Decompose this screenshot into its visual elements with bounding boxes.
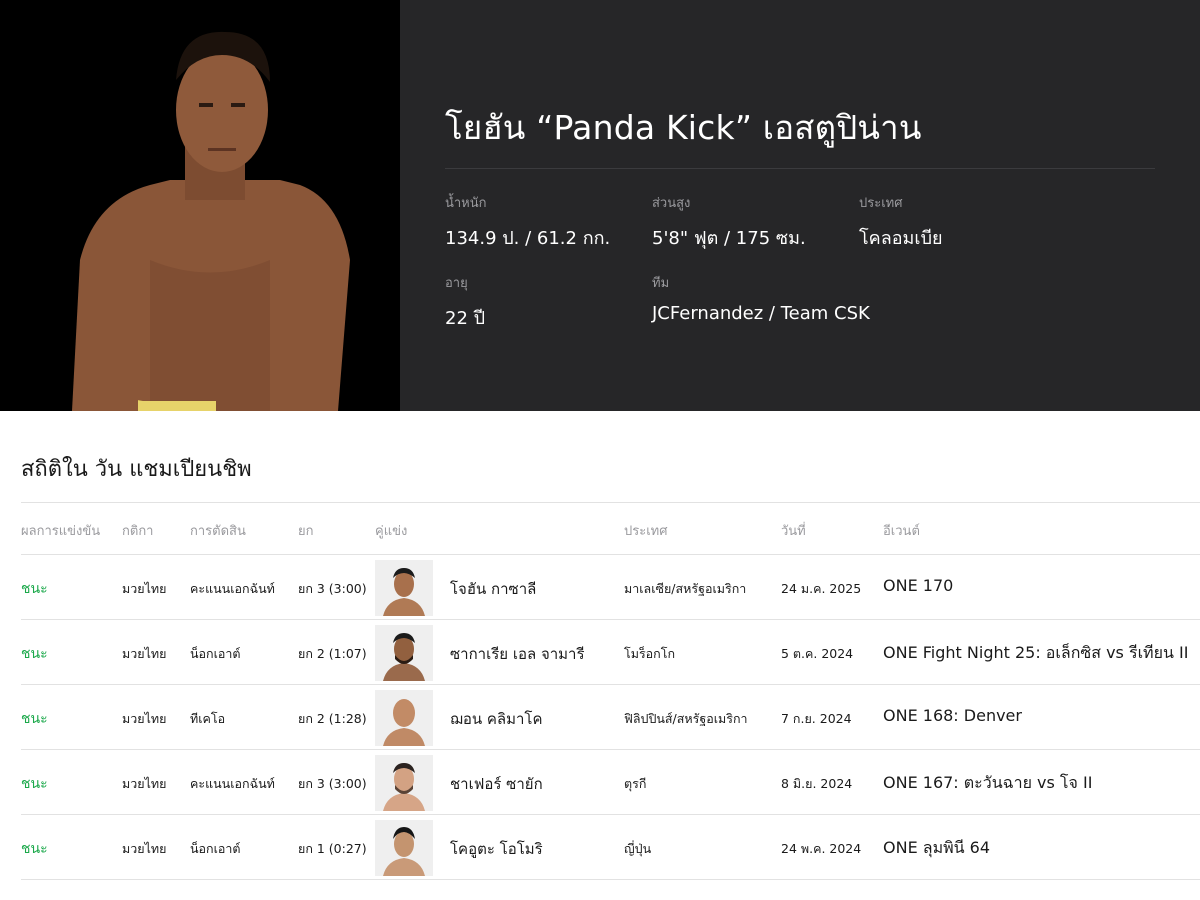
table-row: ชนะ มวยไทย คะแนนเอกฉันท์ ยก 3 (3:00) โจฮ… xyxy=(21,555,1200,620)
method-cell: น็อกเอาต์ xyxy=(190,841,241,856)
round-cell: ยก 3 (3:00) xyxy=(298,776,367,791)
records-title: สถิติใน วัน แชมเปียนชิพ xyxy=(21,457,252,482)
stat-age: อายุ 22 ปี xyxy=(445,272,485,332)
records-table-header: ผลการแข่งขัน กติกา การตัดสิน ยก คู่แข่ง … xyxy=(21,502,1200,555)
header-method: การตัดสิน xyxy=(190,524,246,539)
header-rules: กติกา xyxy=(122,524,154,539)
result-cell: ชนะ xyxy=(21,711,48,727)
date-cell: 5 ต.ค. 2024 xyxy=(781,646,854,661)
opponent-avatar[interactable] xyxy=(375,755,433,811)
fighter-info: โยฮัน “Panda Kick” เอสตูปิน่าน น้ำหนัก 1… xyxy=(445,0,1155,411)
round-cell: ยก 3 (3:00) xyxy=(298,581,367,596)
stat-height-label: ส่วนสูง xyxy=(652,196,691,211)
rules-cell: มวยไทย xyxy=(122,841,167,856)
stat-height-value: 5'8" ฟุต / 175 ซม. xyxy=(652,228,806,249)
records-table: ผลการแข่งขัน กติกา การตัดสิน ยก คู่แข่ง … xyxy=(21,502,1200,880)
table-row: ชนะ มวยไทย ทีเคโอ ยก 2 (1:28) ฌอน คลิมาโ… xyxy=(21,685,1200,750)
rules-cell: มวยไทย xyxy=(122,776,167,791)
country-cell: ญี่ปุ่น xyxy=(624,841,652,856)
stat-age-label: อายุ xyxy=(445,276,468,291)
opponent-avatar[interactable] xyxy=(375,690,433,746)
header-event: อีเวนต์ xyxy=(883,524,920,539)
event-link[interactable]: ONE 167: ตะวันฉาย vs โจ II xyxy=(883,771,1092,796)
stat-country: ประเทศ โคลอมเบีย xyxy=(859,192,943,252)
opponent-name[interactable]: โคอูตะ โอโมริ xyxy=(450,837,543,861)
method-cell: ทีเคโอ xyxy=(190,711,226,726)
result-cell: ชนะ xyxy=(21,581,48,597)
header-country: ประเทศ xyxy=(624,524,668,539)
event-link[interactable]: ONE ลุมพินี 64 xyxy=(883,836,990,861)
result-cell: ชนะ xyxy=(21,841,48,857)
table-row: ชนะ มวยไทย น็อกเอาต์ ยก 1 (0:27) โคอูตะ … xyxy=(21,815,1200,880)
date-cell: 7 ก.ย. 2024 xyxy=(781,711,852,726)
stat-age-value: 22 ปี xyxy=(445,308,486,329)
stat-country-label: ประเทศ xyxy=(859,196,903,211)
method-cell: คะแนนเอกฉันท์ xyxy=(190,581,275,596)
fighter-photo xyxy=(0,0,400,411)
stat-height: ส่วนสูง 5'8" ฟุต / 175 ซม. xyxy=(652,192,806,252)
date-cell: 24 ม.ค. 2025 xyxy=(781,581,862,596)
event-link[interactable]: ONE 168: Denver xyxy=(883,706,1022,725)
table-row: ชนะ มวยไทย น็อกเอาต์ ยก 2 (1:07) ซากาเรี… xyxy=(21,620,1200,685)
fighter-hero: โยฮัน “Panda Kick” เอสตูปิน่าน น้ำหนัก 1… xyxy=(0,0,1200,411)
stat-country-value: โคลอมเบีย xyxy=(859,228,943,249)
country-cell: ฟิลิปปินส์/สหรัฐอเมริกา xyxy=(624,711,748,726)
table-row: ชนะ มวยไทย คะแนนเอกฉันท์ ยก 3 (3:00) ชาเ… xyxy=(21,750,1200,815)
header-round: ยก xyxy=(298,524,314,539)
method-cell: คะแนนเอกฉันท์ xyxy=(190,776,275,791)
stat-team-value: JCFernandez / Team CSK xyxy=(652,303,870,324)
country-cell: มาเลเซีย/สหรัฐอเมริกา xyxy=(624,581,747,596)
opponent-name[interactable]: ชาเฟอร์ ซายัก xyxy=(450,772,543,796)
round-cell: ยก 1 (0:27) xyxy=(298,841,367,856)
event-link[interactable]: ONE 170 xyxy=(883,576,953,595)
opponent-avatar[interactable] xyxy=(375,820,433,876)
stat-team: ทีม JCFernandez / Team CSK xyxy=(652,272,870,324)
date-cell: 8 มิ.ย. 2024 xyxy=(781,776,853,791)
rules-cell: มวยไทย xyxy=(122,711,167,726)
rules-cell: มวยไทย xyxy=(122,581,167,596)
header-date: วันที่ xyxy=(781,524,806,539)
country-cell: โมร็อกโก xyxy=(624,646,676,661)
stat-weight-label: น้ำหนัก xyxy=(445,196,487,211)
round-cell: ยก 2 (1:07) xyxy=(298,646,367,661)
divider xyxy=(445,168,1155,169)
opponent-avatar[interactable] xyxy=(375,625,433,681)
header-opponent: คู่แข่ง xyxy=(375,524,408,539)
opponent-name[interactable]: ฌอน คลิมาโค xyxy=(450,707,542,731)
method-cell: น็อกเอาต์ xyxy=(190,646,241,661)
country-cell: ตุรกี xyxy=(624,776,647,791)
fighter-name: โยฮัน “Panda Kick” เอสตูปิน่าน xyxy=(445,108,922,147)
event-link[interactable]: ONE Fight Night 25: อเล็กซิส vs รีเทียน … xyxy=(883,641,1188,666)
stat-weight: น้ำหนัก 134.9 ป. / 61.2 กก. xyxy=(445,192,610,252)
opponent-avatar[interactable] xyxy=(375,560,433,616)
opponent-name[interactable]: ซากาเรีย เอล จามารี xyxy=(450,642,585,666)
header-result: ผลการแข่งขัน xyxy=(21,524,101,539)
stat-weight-value: 134.9 ป. / 61.2 กก. xyxy=(445,228,611,249)
result-cell: ชนะ xyxy=(21,646,48,662)
stat-team-label: ทีม xyxy=(652,276,670,291)
date-cell: 24 พ.ค. 2024 xyxy=(781,841,862,856)
opponent-name[interactable]: โจฮัน กาซาลี xyxy=(450,577,536,601)
round-cell: ยก 2 (1:28) xyxy=(298,711,367,726)
result-cell: ชนะ xyxy=(21,776,48,792)
rules-cell: มวยไทย xyxy=(122,646,167,661)
